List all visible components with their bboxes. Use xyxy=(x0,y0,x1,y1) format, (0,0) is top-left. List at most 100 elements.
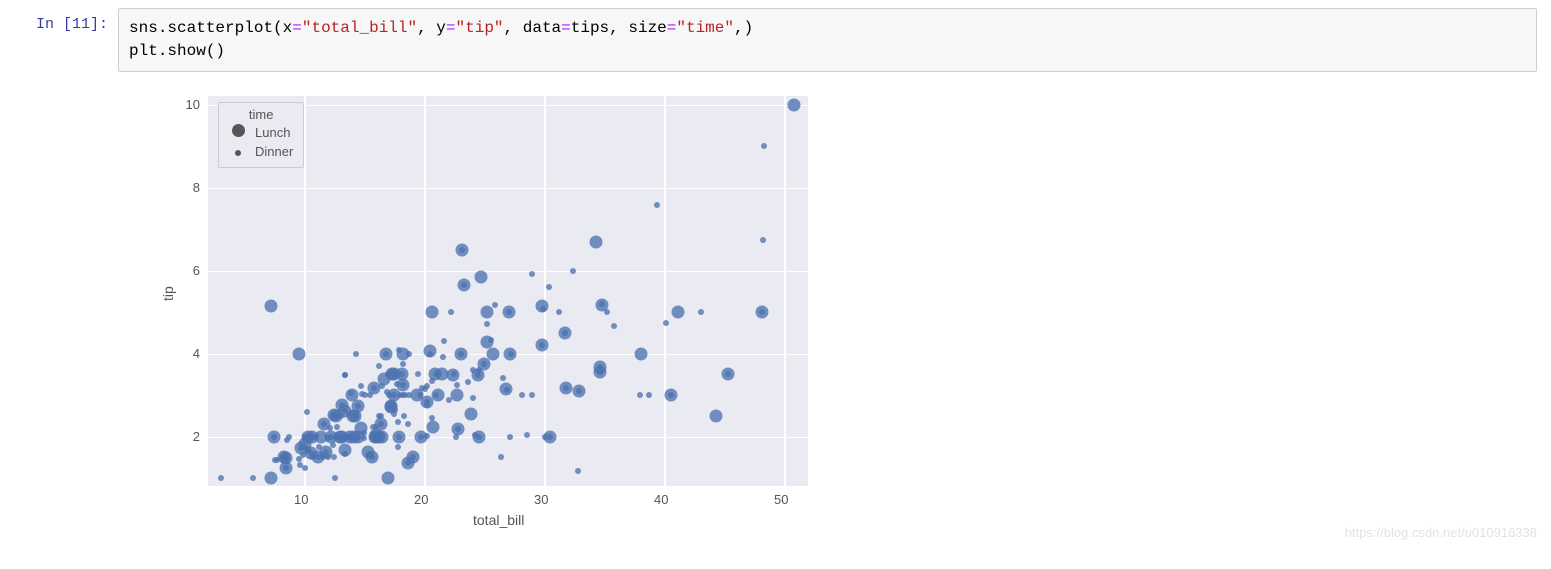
y-tick-label: 8 xyxy=(193,180,200,195)
data-point xyxy=(492,302,498,308)
data-point xyxy=(331,454,337,460)
data-point xyxy=(481,361,487,367)
data-point xyxy=(367,392,373,398)
data-point xyxy=(519,392,525,398)
data-point xyxy=(441,338,447,344)
data-point xyxy=(342,451,348,457)
data-point xyxy=(589,235,602,248)
data-point xyxy=(427,351,433,357)
data-point xyxy=(391,392,397,398)
data-point xyxy=(446,397,452,403)
data-point xyxy=(451,371,457,377)
data-point xyxy=(465,407,478,420)
data-point xyxy=(448,309,454,315)
data-point xyxy=(506,309,512,315)
data-point xyxy=(218,475,224,481)
x-tick-label: 50 xyxy=(774,492,788,507)
legend-entry: Dinner xyxy=(229,143,293,161)
data-point xyxy=(316,444,322,450)
data-point xyxy=(570,268,576,274)
data-point xyxy=(599,301,605,307)
data-point xyxy=(274,457,280,463)
legend-entry: Lunch xyxy=(229,124,293,142)
data-point xyxy=(556,309,562,315)
data-point xyxy=(337,434,343,440)
x-gridline xyxy=(784,96,786,486)
x-tick-label: 10 xyxy=(294,492,308,507)
data-point xyxy=(327,425,333,431)
data-point xyxy=(663,320,669,326)
data-point xyxy=(283,465,289,471)
data-point xyxy=(348,390,354,396)
data-point xyxy=(379,383,385,389)
data-point xyxy=(410,454,416,460)
data-point xyxy=(406,351,412,357)
prompt-number: 11 xyxy=(72,16,90,33)
data-point xyxy=(524,432,530,438)
data-point xyxy=(433,371,439,377)
data-point xyxy=(698,309,704,315)
data-point xyxy=(761,143,767,149)
legend-marker-icon xyxy=(235,150,241,156)
x-gridline xyxy=(424,96,426,486)
data-point xyxy=(304,409,310,415)
data-point xyxy=(575,468,581,474)
data-point xyxy=(760,237,766,243)
data-point xyxy=(529,392,535,398)
code-input[interactable]: sns.scatterplot(x="total_bill", y="tip",… xyxy=(118,8,1537,72)
data-point xyxy=(576,388,582,394)
data-point xyxy=(429,378,435,384)
y-gridline xyxy=(208,188,808,190)
y-tick-label: 6 xyxy=(193,263,200,278)
data-point xyxy=(562,330,568,336)
data-point xyxy=(475,372,481,378)
x-tick-label: 20 xyxy=(414,492,428,507)
data-point xyxy=(388,403,394,409)
data-point xyxy=(504,387,510,393)
data-point xyxy=(405,421,411,427)
data-point xyxy=(654,202,660,208)
data-point xyxy=(265,299,278,312)
x-gridline xyxy=(304,96,306,486)
data-point xyxy=(302,465,308,471)
data-point xyxy=(378,413,384,419)
x-gridline xyxy=(544,96,546,486)
data-point xyxy=(293,347,306,360)
data-point xyxy=(352,413,358,419)
data-point xyxy=(637,392,643,398)
data-point xyxy=(415,371,421,377)
data-point xyxy=(361,435,367,441)
data-point xyxy=(508,351,514,357)
data-point xyxy=(343,434,349,440)
data-point xyxy=(298,445,304,451)
data-point xyxy=(395,444,401,450)
data-point xyxy=(470,367,476,373)
data-point xyxy=(433,392,439,398)
data-point xyxy=(330,442,336,448)
data-point xyxy=(396,434,402,440)
data-point xyxy=(472,432,478,438)
data-point xyxy=(484,321,490,327)
data-point xyxy=(500,375,506,381)
watermark-text: https://blog.csdn.net/u010916338 xyxy=(1345,525,1537,540)
data-point xyxy=(405,460,411,466)
data-point xyxy=(451,389,464,402)
data-point xyxy=(465,379,471,385)
data-point xyxy=(302,434,308,440)
y-tick-label: 2 xyxy=(193,429,200,444)
data-point xyxy=(355,403,361,409)
data-point xyxy=(787,98,800,111)
data-point xyxy=(417,392,423,398)
data-point xyxy=(300,452,306,458)
y-tick-label: 10 xyxy=(186,97,200,112)
y-tick-label: 4 xyxy=(193,346,200,361)
data-point xyxy=(369,454,375,460)
data-point xyxy=(424,399,430,405)
data-point xyxy=(646,392,652,398)
data-point xyxy=(459,247,465,253)
data-point xyxy=(672,306,685,319)
data-point xyxy=(418,434,424,440)
data-point xyxy=(371,385,377,391)
y-axis-label: tip xyxy=(160,287,176,302)
data-point xyxy=(391,371,397,377)
